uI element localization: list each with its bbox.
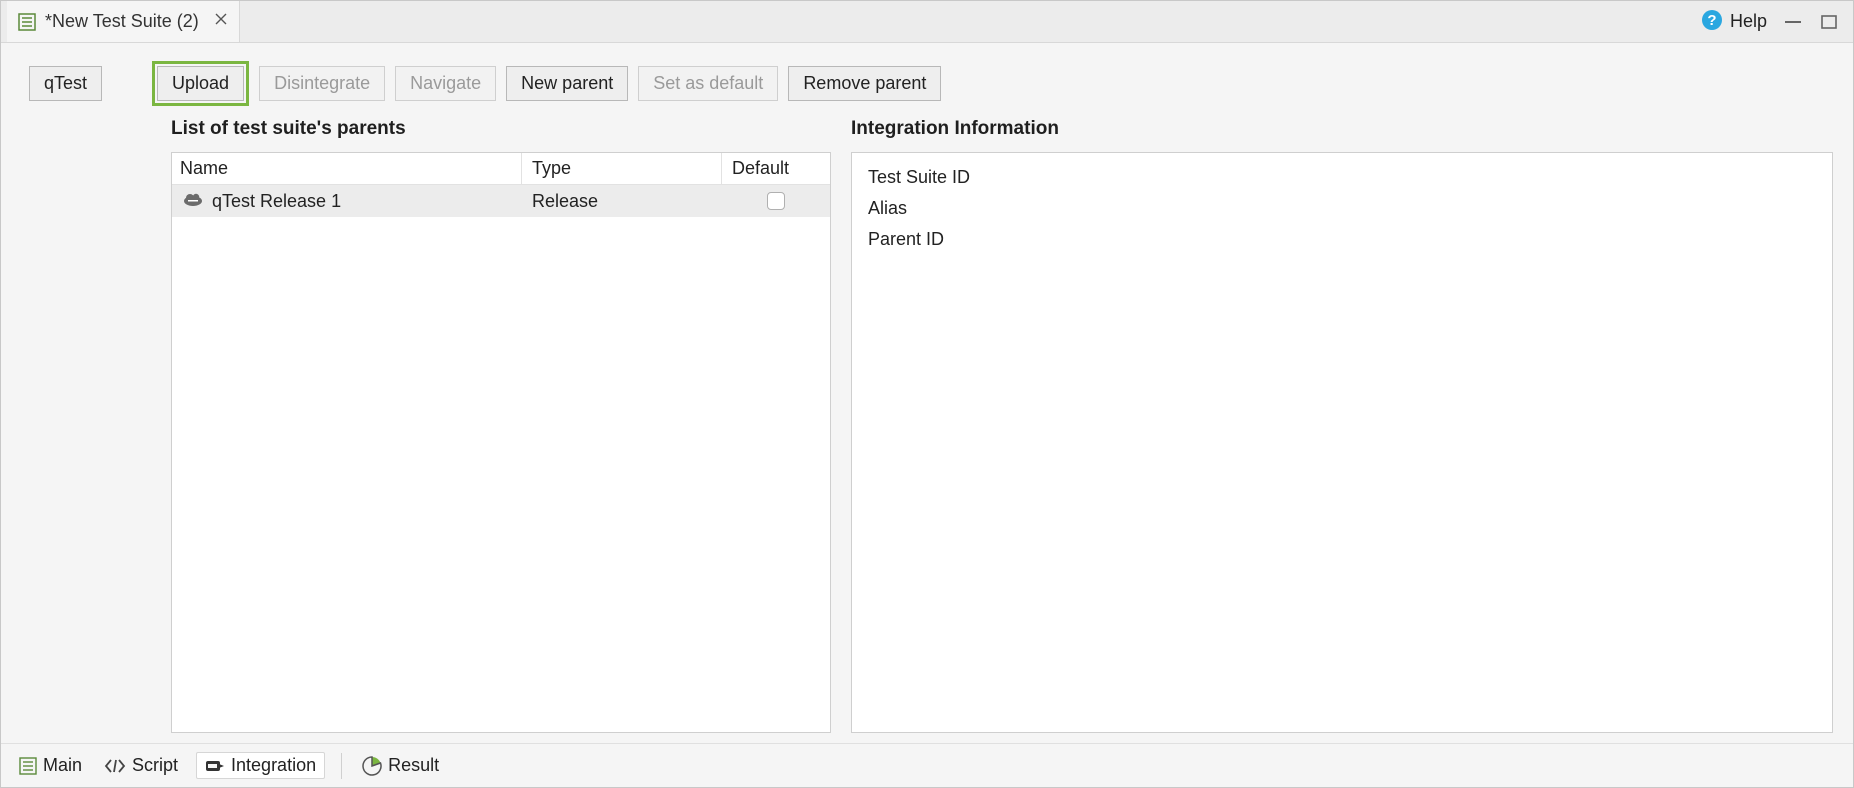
info-alias: Alias bbox=[868, 198, 1816, 219]
table-row[interactable]: qTest Release 1 Release bbox=[172, 185, 830, 217]
row-default-checkbox[interactable] bbox=[767, 192, 785, 210]
parents-panel: List of test suite's parents Name Type D… bbox=[171, 118, 831, 733]
editor-tab[interactable]: *New Test Suite (2) bbox=[7, 1, 240, 42]
upload-button[interactable]: Upload bbox=[157, 66, 244, 101]
qtest-button[interactable]: qTest bbox=[29, 66, 102, 101]
minimize-icon[interactable] bbox=[1783, 14, 1803, 30]
set-as-default-button: Set as default bbox=[638, 66, 778, 101]
content-area: List of test suite's parents Name Type D… bbox=[1, 114, 1853, 743]
new-parent-button[interactable]: New parent bbox=[506, 66, 628, 101]
bottom-tabs: Main Script Integration bbox=[1, 743, 1853, 787]
close-tab-icon[interactable] bbox=[213, 11, 229, 32]
editor-tab-title: *New Test Suite (2) bbox=[45, 11, 199, 32]
integration-icon bbox=[205, 758, 225, 774]
help-label[interactable]: Help bbox=[1730, 11, 1767, 32]
pie-icon bbox=[362, 756, 382, 776]
row-name: qTest Release 1 bbox=[212, 191, 341, 212]
tab-main-label: Main bbox=[43, 755, 82, 776]
toolbar: qTest Upload Disintegrate Navigate New p… bbox=[1, 43, 1853, 114]
tab-result[interactable]: Result bbox=[358, 753, 443, 778]
test-suite-icon bbox=[17, 12, 37, 32]
tab-script[interactable]: Script bbox=[100, 753, 182, 778]
tab-script-label: Script bbox=[132, 755, 178, 776]
remove-parent-button[interactable]: Remove parent bbox=[788, 66, 941, 101]
info-test-suite-id: Test Suite ID bbox=[868, 167, 1816, 188]
cloud-icon bbox=[182, 191, 204, 212]
svg-text:?: ? bbox=[1707, 12, 1716, 29]
upload-highlight: Upload bbox=[152, 61, 249, 106]
column-name[interactable]: Name bbox=[172, 153, 522, 184]
maximize-icon[interactable] bbox=[1819, 14, 1839, 30]
info-parent-id: Parent ID bbox=[868, 229, 1816, 250]
help-area: ? Help bbox=[1700, 8, 1847, 35]
tab-main[interactable]: Main bbox=[15, 753, 86, 778]
tab-integration[interactable]: Integration bbox=[196, 752, 325, 779]
help-icon[interactable]: ? bbox=[1700, 8, 1724, 35]
navigate-button: Navigate bbox=[395, 66, 496, 101]
parents-table: Name Type Default bbox=[171, 152, 831, 733]
tab-divider bbox=[341, 753, 342, 779]
table-header: Name Type Default bbox=[172, 153, 830, 185]
disintegrate-button: Disintegrate bbox=[259, 66, 385, 101]
integration-info-box: Test Suite ID Alias Parent ID bbox=[851, 152, 1833, 733]
integration-panel: Integration Information Test Suite ID Al… bbox=[851, 118, 1833, 733]
code-icon bbox=[104, 758, 126, 774]
parents-panel-title: List of test suite's parents bbox=[171, 118, 831, 140]
integration-panel-title: Integration Information bbox=[851, 118, 1833, 140]
title-bar: *New Test Suite (2) ? Help bbox=[1, 1, 1853, 43]
list-icon bbox=[19, 757, 37, 775]
column-default[interactable]: Default bbox=[722, 153, 830, 184]
app-window: *New Test Suite (2) ? Help bbox=[0, 0, 1854, 788]
column-type[interactable]: Type bbox=[522, 153, 722, 184]
row-type: Release bbox=[522, 185, 722, 217]
tab-result-label: Result bbox=[388, 755, 439, 776]
tab-integration-label: Integration bbox=[231, 755, 316, 776]
